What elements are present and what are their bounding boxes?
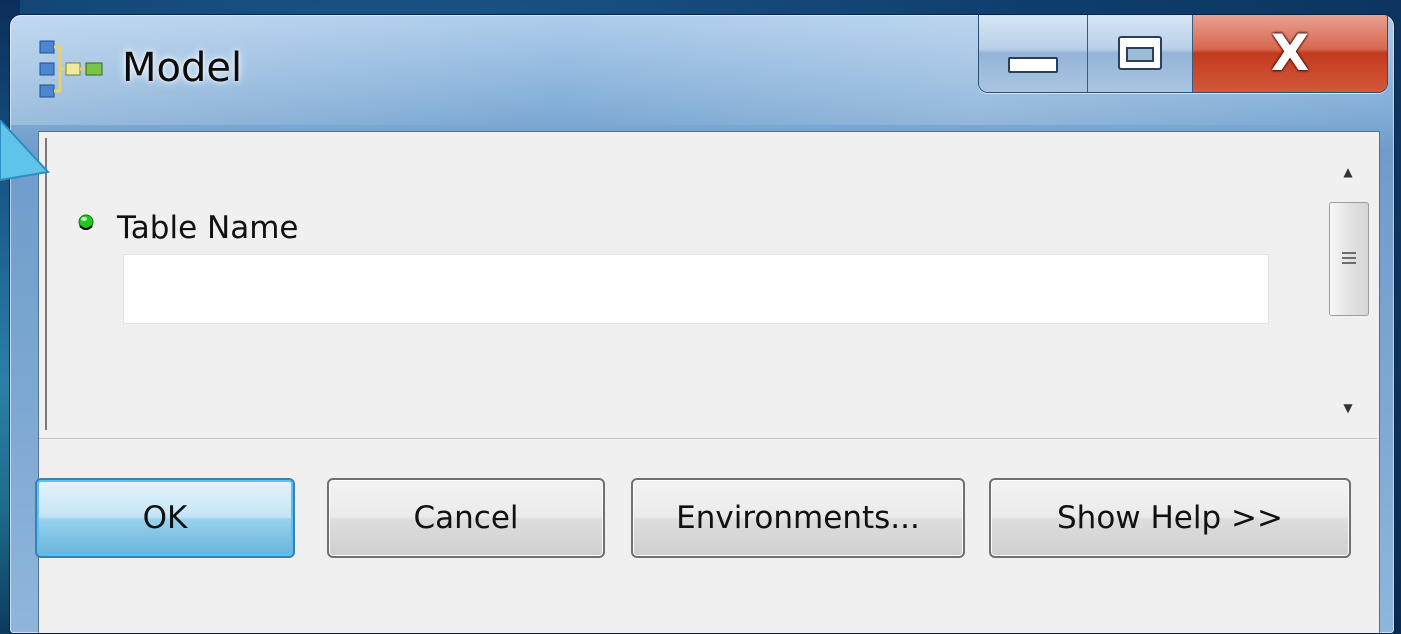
table-name-label: Table Name bbox=[117, 210, 299, 246]
parameters-panel: Table Name ▲ ▼ bbox=[39, 132, 1377, 439]
arrow-down-icon: ▼ bbox=[1343, 401, 1353, 415]
caption-buttons: X bbox=[978, 15, 1388, 93]
green-dot-icon bbox=[78, 214, 94, 230]
environments-button[interactable]: Environments... bbox=[631, 478, 965, 558]
scroll-down-button[interactable]: ▼ bbox=[1319, 388, 1377, 428]
title-bar[interactable]: Model X bbox=[10, 15, 1394, 127]
dialog-client-area: Table Name ▲ ▼ OK Cancel Environments...… bbox=[35, 131, 1380, 633]
ok-button[interactable]: OK bbox=[35, 478, 295, 558]
close-icon: X bbox=[1270, 24, 1310, 82]
grip-icon bbox=[1342, 252, 1356, 266]
arrow-up-icon: ▲ bbox=[1343, 165, 1353, 179]
callout-pointer-icon bbox=[0, 120, 50, 182]
parameter-list: Table Name bbox=[45, 138, 1307, 430]
maximize-button[interactable] bbox=[1088, 15, 1193, 92]
maximize-icon bbox=[1118, 36, 1162, 70]
window-title: Model bbox=[122, 45, 243, 91]
vertical-scrollbar[interactable]: ▲ ▼ bbox=[1319, 144, 1377, 434]
minimize-button[interactable] bbox=[979, 15, 1088, 92]
scroll-up-button[interactable]: ▲ bbox=[1319, 152, 1377, 192]
model-dialog-window: Model X Table Name ▲ ▼ OK Cancel Environ… bbox=[9, 14, 1395, 634]
table-name-input[interactable] bbox=[123, 254, 1269, 324]
minimize-icon bbox=[1008, 57, 1058, 73]
show-help-button[interactable]: Show Help >> bbox=[989, 478, 1351, 558]
cancel-button[interactable]: Cancel bbox=[327, 478, 605, 558]
close-button[interactable]: X bbox=[1193, 15, 1387, 92]
scroll-thumb[interactable] bbox=[1329, 202, 1369, 316]
model-builder-icon bbox=[39, 40, 103, 98]
